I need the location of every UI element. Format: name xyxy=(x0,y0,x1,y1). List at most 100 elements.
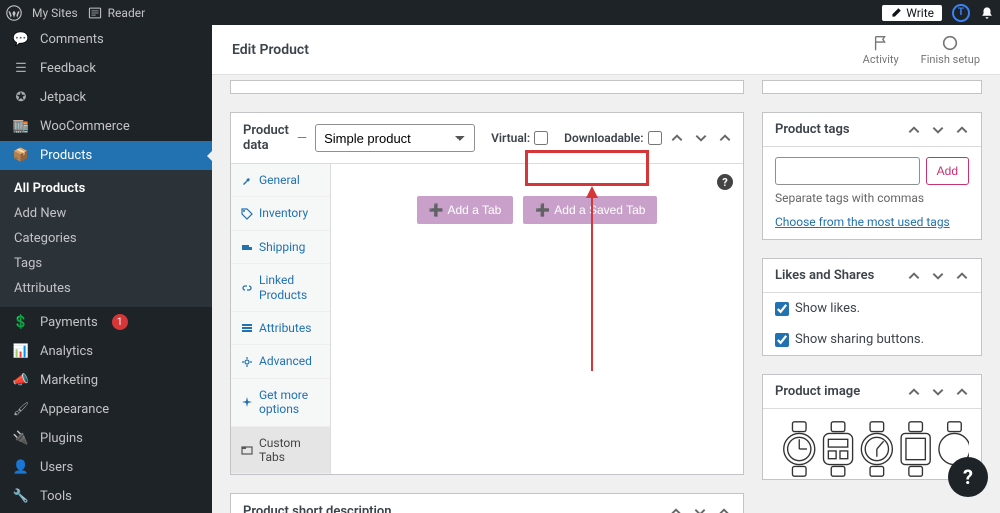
sidebar-item-appearance[interactable]: 🖌 Appearance xyxy=(0,395,212,424)
sidebar-item-products[interactable]: 📦Products xyxy=(0,141,212,170)
downloadable-checkbox[interactable] xyxy=(648,131,662,145)
add-tab-label: Add a Tab xyxy=(447,203,501,217)
sidebar-item-label: Appearance xyxy=(40,402,109,417)
finish-setup-button[interactable]: Finish setup xyxy=(921,34,980,66)
reader-link[interactable]: Reader xyxy=(88,6,145,20)
activity-button[interactable]: Activity xyxy=(863,34,899,66)
submenu-categories[interactable]: Categories xyxy=(0,226,212,251)
panel-move-up[interactable] xyxy=(907,123,921,137)
sidebar-item-users[interactable]: 👤Users xyxy=(0,453,212,482)
plugins-icon: 🔌 xyxy=(12,431,30,446)
product-tags-header: Product tags xyxy=(763,113,981,147)
sidebar-item-comments[interactable]: 💬Comments xyxy=(0,25,212,54)
sidebar-item-label: Plugins xyxy=(40,431,83,446)
panel-move-up[interactable] xyxy=(670,131,684,145)
list-icon xyxy=(241,322,253,334)
sidebar-item-woocommerce[interactable]: 🏬WooCommerce xyxy=(0,112,212,141)
submenu-all-products[interactable]: All Products xyxy=(0,176,212,201)
admin-sidebar: 💬Comments ☰Feedback ✪Jetpack 🏬WooCommerc… xyxy=(0,25,212,513)
tab-label: Get more options xyxy=(259,388,320,417)
payments-icon: 💲 xyxy=(12,315,30,330)
tag-icon xyxy=(241,208,253,220)
panel-move-down[interactable] xyxy=(931,269,945,283)
tab-custom-tabs[interactable]: Custom Tabs xyxy=(231,427,330,475)
product-data-panel: Product data — Simple product Virtual: D xyxy=(230,112,744,475)
tab-attributes[interactable]: Attributes xyxy=(231,312,330,345)
product-image-thumb[interactable] xyxy=(763,409,981,479)
help-fab-button[interactable]: ? xyxy=(948,457,988,497)
product-type-select[interactable]: Simple product xyxy=(315,124,475,152)
tab-inventory[interactable]: Inventory xyxy=(231,197,330,230)
add-saved-tab-label: Add a Saved Tab xyxy=(554,203,645,217)
short-description-header: Product short description xyxy=(231,494,743,513)
panel-move-up[interactable] xyxy=(907,269,921,283)
show-likes-label: Show likes. xyxy=(795,301,860,316)
gear-icon xyxy=(241,356,253,368)
short-description-title: Product short description xyxy=(243,504,392,513)
panel-move-up[interactable] xyxy=(669,505,683,513)
add-a-saved-tab-button[interactable]: ➕ Add a Saved Tab xyxy=(523,196,657,224)
panel-move-up[interactable] xyxy=(907,385,921,399)
flag-icon xyxy=(872,34,890,52)
panel-move-down[interactable] xyxy=(693,505,707,513)
sidebar-item-marketing[interactable]: 📣Marketing xyxy=(0,366,212,395)
submenu-add-new[interactable]: Add New xyxy=(0,201,212,226)
panel-toggle[interactable] xyxy=(955,385,969,399)
jetpack-icon: ✪ xyxy=(12,90,30,105)
watches-placeholder-image xyxy=(775,419,969,479)
panel-move-down[interactable] xyxy=(931,385,945,399)
likes-shares-title: Likes and Shares xyxy=(775,268,874,283)
panel-toggle[interactable] xyxy=(718,131,732,145)
content-scroll[interactable]: Product data — Simple product Virtual: D xyxy=(212,75,1000,513)
tabs-icon xyxy=(241,444,253,456)
add-tag-button[interactable]: Add xyxy=(926,157,969,185)
sidebar-item-tools[interactable]: 🔧Tools xyxy=(0,482,212,511)
add-a-tab-button[interactable]: ➕Add a Tab xyxy=(417,196,514,224)
sidebar-item-payments[interactable]: 💲Payments1 xyxy=(0,307,212,337)
tab-general[interactable]: General xyxy=(231,164,330,197)
virtual-checkbox[interactable] xyxy=(534,131,548,145)
notifications-icon[interactable] xyxy=(980,6,994,20)
sidebar-item-jetpack[interactable]: ✪Jetpack xyxy=(0,83,212,112)
sidebar-item-plugins[interactable]: 🔌 Plugins xyxy=(0,424,212,453)
product-data-title: Product data xyxy=(243,123,289,153)
page-header: Edit Product Activity Finish setup xyxy=(212,25,1000,75)
finish-setup-label: Finish setup xyxy=(921,53,980,66)
tab-advanced[interactable]: Advanced xyxy=(231,345,330,378)
feedback-icon: ☰ xyxy=(12,61,30,76)
short-description-panel: Product short description 🎵Add Media ◉Ad… xyxy=(230,493,744,513)
my-sites-link[interactable]: My Sites xyxy=(32,6,78,20)
wp-logo[interactable] xyxy=(6,5,22,21)
submenu-attributes[interactable]: Attributes xyxy=(0,276,212,301)
panel-move-down[interactable] xyxy=(931,123,945,137)
write-label: Write xyxy=(906,6,934,20)
tag-input[interactable] xyxy=(775,157,920,185)
downloadable-check: Downloadable: xyxy=(564,131,661,145)
panel-toggle[interactable] xyxy=(717,505,731,513)
avatar[interactable]: T xyxy=(952,4,970,22)
plus-icon: ➕ xyxy=(429,203,444,217)
submenu-tags[interactable]: Tags xyxy=(0,251,212,276)
tab-linked-products[interactable]: Linked Products xyxy=(231,264,330,312)
show-sharing-checkbox[interactable] xyxy=(775,333,789,347)
likes-shares-header: Likes and Shares xyxy=(763,259,981,293)
show-likes-checkbox[interactable] xyxy=(775,302,789,316)
panel-toggle[interactable] xyxy=(955,123,969,137)
tab-label: General xyxy=(259,173,300,187)
choose-most-used-link[interactable]: Choose from the most used tags xyxy=(775,215,950,229)
product-tags-panel: Product tags Add Separate tags with comm… xyxy=(762,112,982,240)
sidebar-item-analytics[interactable]: 📊Analytics xyxy=(0,337,212,366)
plus-icon: ➕ xyxy=(535,203,550,217)
tab-label: Inventory xyxy=(259,206,308,220)
products-icon: 📦 xyxy=(12,148,30,163)
help-icon[interactable]: ? xyxy=(717,174,733,190)
tab-shipping[interactable]: Shipping xyxy=(231,231,330,264)
sidebar-item-feedback[interactable]: ☰Feedback xyxy=(0,54,212,83)
panel-move-down[interactable] xyxy=(694,131,708,145)
tab-get-more[interactable]: Get more options xyxy=(231,379,330,427)
appearance-icon: 🖌 xyxy=(12,402,30,417)
panel-toggle[interactable] xyxy=(955,269,969,283)
product-data-content: ? ➕Add a Tab ➕Add a Saved Tab xyxy=(331,164,743,474)
virtual-label: Virtual: xyxy=(491,131,530,145)
write-button[interactable]: Write xyxy=(882,5,942,21)
